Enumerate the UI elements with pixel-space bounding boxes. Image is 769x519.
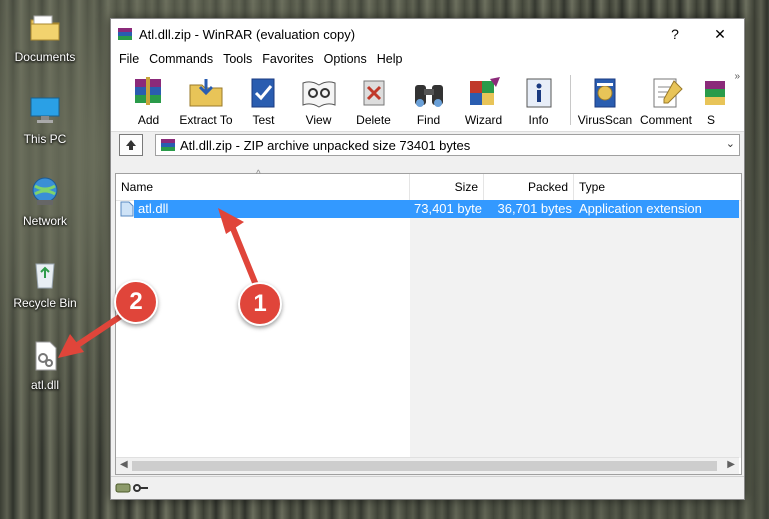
winrar-window: Atl.dll.zip - WinRAR (evaluation copy) ?… <box>110 18 745 500</box>
drive-key-icon <box>115 483 148 493</box>
horizontal-scrollbar[interactable]: ◀ ▶ <box>116 457 739 474</box>
scroll-right-icon[interactable]: ▶ <box>727 459 735 470</box>
folder-icon <box>27 10 63 46</box>
up-arrow-icon <box>126 140 136 150</box>
file-size: 73,401 byte <box>414 201 482 216</box>
file-list[interactable]: Name Size Packed Type ^ atl.dll 73,401 b… <box>115 169 742 475</box>
sfx-button[interactable]: S <box>697 69 725 131</box>
add-button[interactable]: Add <box>121 69 176 131</box>
desktop-icon-this-pc[interactable]: This PC <box>0 92 90 146</box>
winrar-app-icon <box>118 28 132 40</box>
desktop-icon-network[interactable]: Network <box>0 174 90 228</box>
toolbar: Add Extract To Test View Delete Find Wiz… <box>111 69 744 132</box>
column-type[interactable]: Type <box>574 174 739 200</box>
file-name: atl.dll <box>138 201 169 216</box>
add-archive-icon <box>134 77 161 105</box>
toolbar-separator <box>570 75 571 125</box>
comment-icon <box>653 78 683 108</box>
desktop-icon-label: This PC <box>23 132 67 146</box>
binoculars-icon <box>414 85 443 107</box>
computer-icon <box>27 92 63 128</box>
column-header: Name Size Packed Type ^ <box>116 169 741 201</box>
column-packed[interactable]: Packed <box>484 174 574 200</box>
file-type: Application extension <box>579 201 702 216</box>
menu-tools[interactable]: Tools <box>218 52 257 66</box>
view-book-icon <box>302 81 335 108</box>
recycle-bin-icon <box>27 256 63 292</box>
step-badge-1: 1 <box>238 282 282 326</box>
file-packed: 36,701 bytes <box>497 201 572 216</box>
virusscan-icon <box>594 78 616 108</box>
menu-favorites[interactable]: Favorites <box>257 52 318 66</box>
column-size[interactable]: Size <box>410 174 484 200</box>
window-title: Atl.dll.zip - WinRAR (evaluation copy) <box>139 26 356 42</box>
desktop-icon-label: Documents <box>14 50 76 64</box>
archive-path-text: Atl.dll.zip - ZIP archive unpacked size … <box>180 137 471 153</box>
menu-help[interactable]: Help <box>372 52 408 66</box>
comment-button[interactable]: Comment <box>635 69 697 131</box>
archive-icon <box>161 139 175 151</box>
dll-file-icon <box>120 201 134 217</box>
desktop-icon-label: atl.dll <box>30 378 59 392</box>
extract-to-button[interactable]: Extract To <box>176 69 236 131</box>
status-bar <box>111 476 744 499</box>
extract-folder-icon <box>189 79 223 107</box>
menu-commands[interactable]: Commands <box>144 52 218 66</box>
table-row[interactable]: atl.dll 73,401 byte 36,701 bytes Applica… <box>116 200 739 218</box>
sfx-icon <box>705 81 725 105</box>
up-folder-button[interactable] <box>119 134 143 156</box>
wizard-button[interactable]: Wizard <box>456 69 511 131</box>
sort-ascending-icon: ^ <box>256 169 261 180</box>
info-button[interactable]: Info <box>511 69 566 131</box>
title-bar[interactable]: Atl.dll.zip - WinRAR (evaluation copy) ?… <box>111 19 744 49</box>
menu-options[interactable]: Options <box>319 52 372 66</box>
desktop-icon-documents[interactable]: Documents <box>0 10 90 64</box>
find-button[interactable]: Find <box>401 69 456 131</box>
desktop-icon-atl-dll[interactable]: atl.dll <box>0 338 90 392</box>
close-button[interactable]: ✕ <box>698 19 742 49</box>
delete-icon <box>363 80 384 106</box>
desktop-icon-label: Recycle Bin <box>13 296 77 310</box>
scroll-left-icon[interactable]: ◀ <box>120 459 128 470</box>
delete-button[interactable]: Delete <box>346 69 401 131</box>
info-icon <box>526 78 551 108</box>
wizard-icon <box>469 77 500 105</box>
step-badge-2: 2 <box>114 280 158 324</box>
archive-path-combo[interactable]: Atl.dll.zip - ZIP archive unpacked size … <box>155 134 740 156</box>
menu-file[interactable]: File <box>114 52 144 66</box>
toolbar-more-chevron-icon[interactable]: » <box>734 71 740 82</box>
virusscan-button[interactable]: VirusScan <box>575 69 635 131</box>
scrollbar-thumb[interactable] <box>132 461 717 471</box>
test-button[interactable]: Test <box>236 69 291 131</box>
column-name[interactable]: Name <box>116 174 410 200</box>
chevron-down-icon[interactable]: ⌄ <box>726 137 735 150</box>
dll-file-icon <box>27 338 63 374</box>
address-bar: Atl.dll.zip - ZIP archive unpacked size … <box>111 132 744 158</box>
desktop-icon-label: Network <box>22 214 67 228</box>
help-button[interactable]: ? <box>653 19 697 49</box>
desktop-icon-recycle-bin[interactable]: Recycle Bin <box>0 256 90 310</box>
view-button[interactable]: View <box>291 69 346 131</box>
menu-bar: File Commands Tools Favorites Options He… <box>111 49 744 69</box>
network-icon <box>27 174 63 210</box>
test-check-icon <box>251 78 274 108</box>
